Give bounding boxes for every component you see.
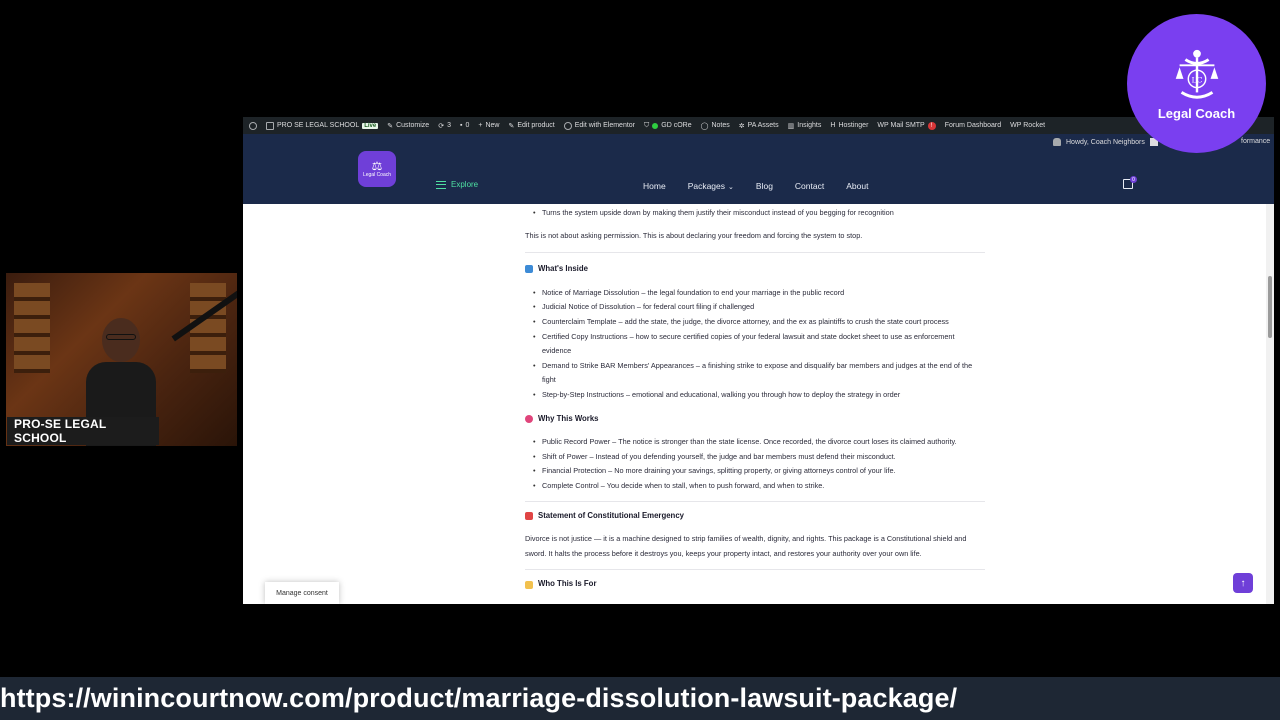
comment-icon: ▪ — [459, 122, 463, 129]
section-heading-whats-inside: What's Inside — [525, 262, 985, 277]
admin-forum-dashboard[interactable]: Forum Dashboard — [945, 122, 1001, 129]
nav-about[interactable]: About — [846, 181, 868, 191]
intro-paragraph: This is not about asking permission. Thi… — [525, 230, 863, 240]
url-ticker: https://winincourtnow.com/product/marria… — [0, 677, 1280, 720]
scales-logo-icon: LC — [1175, 49, 1218, 99]
alert-badge: ! — [927, 121, 936, 130]
admin-updates[interactable]: ⟳ 3 — [438, 122, 451, 130]
admin-performance[interactable]: formance — [1241, 138, 1270, 145]
hand-icon — [525, 580, 533, 589]
admin-comments[interactable]: ▪ 0 — [460, 122, 469, 129]
admin-customize[interactable]: ✎ Customize — [387, 122, 429, 130]
divider — [525, 569, 985, 571]
section-heading-emergency: Statement of Constitutional Emergency — [525, 509, 985, 524]
admin-elementor[interactable]: Edit with Elementor — [563, 121, 635, 130]
status-dot-icon — [652, 122, 659, 129]
list-item: Certified Copy Instructions – how to sec… — [533, 330, 985, 359]
bell-icon[interactable] — [1053, 138, 1061, 146]
list-item: Shift of Power – Instead of you defendin… — [533, 450, 985, 465]
live-badge: Live — [362, 122, 379, 129]
target-icon — [525, 414, 533, 423]
product-description: Turns the system upside down by making t… — [525, 204, 985, 592]
nav-packages[interactable]: Packages ⌄ — [688, 181, 734, 191]
scales-icon: ⚖ — [371, 159, 383, 173]
site-logo[interactable]: ⚖ Legal Coach — [358, 151, 396, 187]
admin-edit-product[interactable]: ✎ Edit product — [508, 122, 554, 130]
admin-pa-assets[interactable]: ✲ PA Assets — [739, 122, 779, 130]
emergency-paragraph: Divorce is not justice — it is a machine… — [525, 534, 967, 558]
chart-icon: ▥ — [787, 122, 795, 130]
bullet-list: Turns the system upside down by making t… — [525, 206, 985, 221]
chevron-down-icon: ⌄ — [728, 184, 734, 191]
list-item: Complete Control – You decide when to st… — [533, 479, 985, 494]
back-to-top-button[interactable]: ↑ — [1233, 573, 1253, 593]
refresh-icon: ⟳ — [438, 122, 445, 130]
list-item: Turns the system upside down by making t… — [533, 206, 985, 221]
brand-initials: LC — [1191, 75, 1202, 84]
nav-contact[interactable]: Contact — [795, 181, 824, 191]
brand-name: Legal Coach — [1157, 106, 1236, 121]
list-item: Demand to Strike BAR Members' Appearance… — [533, 359, 985, 388]
page-scrollbar[interactable] — [1266, 204, 1274, 604]
admin-wp-mail-smtp[interactable]: WP Mail SMTP! — [877, 121, 936, 130]
list-item: Financial Protection – No more draining … — [533, 464, 985, 479]
admin-site-name[interactable]: PRO SE LEGAL SCHOOL Live — [266, 121, 379, 130]
wp-admin-bar: PRO SE LEGAL SCHOOL Live ✎ Customize ⟳ 3 ▪ 0… — [243, 117, 1274, 134]
shield-icon: ⛉ — [644, 121, 650, 129]
admin-hostinger[interactable]: H Hostinger — [830, 122, 868, 129]
nav-home[interactable]: Home — [643, 181, 666, 191]
admin-wp-rocket[interactable]: WP Rocket — [1010, 122, 1045, 129]
why-works-list: Public Record Power – The notice is stro… — [525, 435, 985, 493]
pencil-icon: ✎ — [508, 122, 515, 130]
list-item: Judicial Notice of Dissolution – for fed… — [533, 300, 985, 315]
home-icon — [266, 121, 274, 130]
main-nav: Home Packages ⌄ Blog Contact About — [643, 181, 868, 191]
brand-badge: LC Legal Coach — [1127, 14, 1266, 153]
url-text: https://winincourtnow.com/product/marria… — [0, 683, 958, 713]
explore-menu-button[interactable]: Explore — [436, 180, 478, 189]
howdy-user[interactable]: Howdy, Coach Neighbors — [1066, 139, 1145, 146]
bookshelf-image — [190, 283, 226, 373]
divider — [525, 500, 985, 502]
wordpress-icon[interactable] — [249, 121, 257, 130]
admin-gd-core[interactable]: ⛉ GD cORe — [644, 122, 692, 130]
cart-count-badge: 0 — [1130, 176, 1137, 183]
screen: PRO SE LEGAL SCHOOL Live ✎ Customize ⟳ 3 ▪ 0… — [0, 0, 1280, 720]
manage-consent-button[interactable]: Manage consent — [265, 582, 339, 604]
note-icon: ◯ — [700, 122, 709, 130]
elementor-icon — [563, 121, 572, 130]
bookshelf-image — [14, 283, 50, 373]
hostinger-icon: H — [830, 122, 836, 129]
section-heading-who-for: Who This Is For — [525, 577, 985, 592]
admin-notes[interactable]: ◯ Notes — [701, 122, 730, 130]
scrollbar-thumb[interactable] — [1268, 276, 1272, 338]
whats-inside-list: Notice of Marriage Dissolution – the leg… — [525, 286, 985, 403]
divider — [525, 252, 985, 254]
book-icon — [525, 265, 533, 274]
siren-icon — [525, 511, 533, 520]
list-item: Counterclaim Template – add the state, t… — [533, 315, 985, 330]
list-item: Step-by-Step Instructions – emotional an… — [533, 388, 985, 403]
brush-icon: ✎ — [387, 122, 394, 130]
admin-insights[interactable]: ▥ Insights — [788, 122, 822, 130]
menu-icon — [436, 180, 446, 189]
gear-icon: ✲ — [738, 122, 745, 130]
nav-blog[interactable]: Blog — [756, 181, 773, 191]
browser-viewport: PRO SE LEGAL SCHOOL Live ✎ Customize ⟳ 3 ▪ 0… — [243, 117, 1274, 604]
webcam-label: PRO-SE LEGAL SCHOOL — [7, 417, 159, 445]
admin-user-area: Howdy, Coach Neighbors — [1053, 138, 1158, 146]
admin-new[interactable]: + New — [478, 122, 499, 129]
list-item: Public Record Power – The notice is stro… — [533, 435, 985, 450]
section-heading-why-works: Why This Works — [525, 412, 985, 427]
plus-icon: + — [478, 122, 483, 129]
list-item: Notice of Marriage Dissolution – the leg… — [533, 286, 985, 301]
